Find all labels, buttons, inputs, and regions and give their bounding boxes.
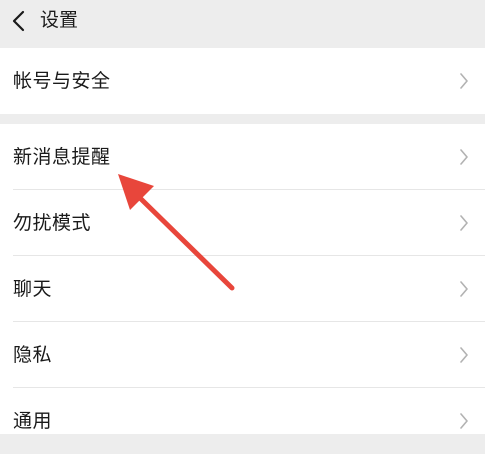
settings-item-label: 帐号与安全 <box>13 70 111 92</box>
settings-item-general[interactable]: 通用 <box>0 388 485 454</box>
settings-item-label: 新消息提醒 <box>13 146 111 168</box>
chevron-right-icon <box>460 413 468 429</box>
chevron-right-icon <box>460 149 468 165</box>
top-bar: 设置 <box>0 0 485 44</box>
chevron-right-icon <box>460 215 468 231</box>
settings-item-do-not-disturb[interactable]: 勿扰模式 <box>0 190 485 256</box>
chevron-right-icon <box>460 73 468 89</box>
account-group: 帐号与安全 <box>0 48 485 114</box>
chevron-right-icon <box>460 347 468 363</box>
settings-item-chat[interactable]: 聊天 <box>0 256 485 322</box>
settings-item-label: 通用 <box>13 410 53 432</box>
settings-item-privacy[interactable]: 隐私 <box>0 322 485 388</box>
settings-item-label: 勿扰模式 <box>13 212 92 234</box>
chevron-left-icon[interactable] <box>8 9 30 33</box>
settings-item-label: 隐私 <box>13 344 53 366</box>
settings-group: 新消息提醒 勿扰模式 聊天 隐私 通用 <box>0 124 485 434</box>
settings-item-label: 聊天 <box>13 278 53 300</box>
settings-item-new-message-notifications[interactable]: 新消息提醒 <box>0 124 485 190</box>
settings-item-account-security[interactable]: 帐号与安全 <box>0 48 485 114</box>
chevron-right-icon <box>460 281 468 297</box>
page-title: 设置 <box>40 9 79 31</box>
